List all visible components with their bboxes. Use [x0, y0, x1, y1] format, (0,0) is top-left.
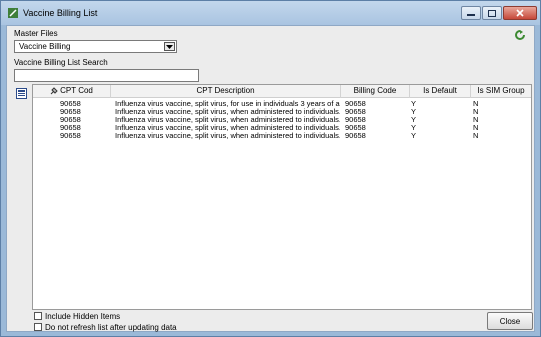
grid-menu-icon[interactable]: [16, 88, 27, 99]
cell-default: Y: [411, 116, 417, 124]
include-hidden-checkbox[interactable]: [34, 312, 42, 320]
cell-default: Y: [411, 132, 417, 140]
window-client-area: Master Files Vaccine Billing Vaccine Bil…: [6, 25, 535, 332]
cell-billing: 90658: [345, 108, 366, 116]
column-header-is-default[interactable]: Is Default: [410, 85, 471, 98]
cell-cpt: 90658: [60, 100, 81, 108]
cell-desc: Influenza virus vaccine, split virus, wh…: [115, 108, 340, 116]
cell-billing: 90658: [345, 100, 366, 108]
no-refresh-label: Do not refresh list after updating data: [45, 323, 177, 332]
cell-cpt: 90658: [60, 108, 81, 116]
cell-default: Y: [411, 124, 417, 132]
column-header-billing-code[interactable]: Billing Code: [341, 85, 410, 98]
search-input[interactable]: [14, 69, 199, 82]
column-header-cpt-cod[interactable]: CPT Cod: [33, 85, 111, 98]
table-row[interactable]: 90658 Influenza virus vaccine, split viru…: [33, 124, 531, 132]
maximize-button[interactable]: [482, 6, 502, 20]
close-icon: [516, 9, 524, 17]
chevron-down-icon[interactable]: [164, 42, 175, 51]
cell-sim: N: [473, 108, 479, 116]
cell-sim: N: [473, 132, 479, 140]
table-row[interactable]: 90658 Influenza virus vaccine, split viru…: [33, 100, 531, 108]
window-title: Vaccine Billing List: [23, 8, 98, 18]
table-row[interactable]: 90658 Influenza virus vaccine, split viru…: [33, 132, 531, 140]
cell-default: Y: [411, 100, 417, 108]
grid-header: CPT Cod CPT Description Billing Code Is …: [33, 85, 531, 98]
cell-default: Y: [411, 108, 417, 116]
minimize-icon: [467, 14, 475, 16]
master-files-label: Master Files: [14, 29, 58, 38]
master-files-dropdown[interactable]: Vaccine Billing: [14, 40, 177, 53]
close-window-button[interactable]: [503, 6, 537, 20]
refresh-icon[interactable]: [515, 30, 525, 40]
include-hidden-label: Include Hidden Items: [45, 312, 121, 321]
search-label: Vaccine Billing List Search: [14, 58, 108, 67]
table-row[interactable]: 90658 Influenza virus vaccine, split viru…: [33, 116, 531, 124]
column-header-cpt-description[interactable]: CPT Description: [111, 85, 341, 98]
cell-desc: Influenza virus vaccine, split virus, wh…: [115, 132, 340, 140]
cell-billing: 90658: [345, 132, 366, 140]
cell-desc: Influenza virus vaccine, split virus, fo…: [115, 100, 340, 108]
cell-cpt: 90658: [60, 124, 81, 132]
cell-desc: Influenza virus vaccine, split virus, wh…: [115, 116, 340, 124]
close-button[interactable]: Close: [487, 312, 533, 330]
table-row[interactable]: 90658 Influenza virus vaccine, split viru…: [33, 108, 531, 116]
maximize-icon: [488, 9, 496, 17]
syringe-icon: [8, 8, 18, 18]
pin-icon: [50, 87, 58, 95]
cell-billing: 90658: [345, 116, 366, 124]
minimize-button[interactable]: [461, 6, 481, 20]
vaccine-billing-window: Vaccine Billing List Master Files Vaccin…: [0, 0, 541, 337]
window-controls: [461, 6, 537, 20]
vaccine-billing-grid: CPT Cod CPT Description Billing Code Is …: [32, 84, 532, 310]
cell-desc: Influenza virus vaccine, split virus, wh…: [115, 124, 340, 132]
title-bar[interactable]: Vaccine Billing List: [1, 1, 540, 25]
column-header-is-sim-group[interactable]: Is SIM Group: [471, 85, 531, 98]
cell-sim: N: [473, 116, 479, 124]
master-files-selected: Vaccine Billing: [19, 42, 71, 51]
no-refresh-checkbox[interactable]: [34, 323, 42, 331]
cell-cpt: 90658: [60, 116, 81, 124]
cell-billing: 90658: [345, 124, 366, 132]
cell-sim: N: [473, 100, 479, 108]
cell-cpt: 90658: [60, 132, 81, 140]
cell-sim: N: [473, 124, 479, 132]
